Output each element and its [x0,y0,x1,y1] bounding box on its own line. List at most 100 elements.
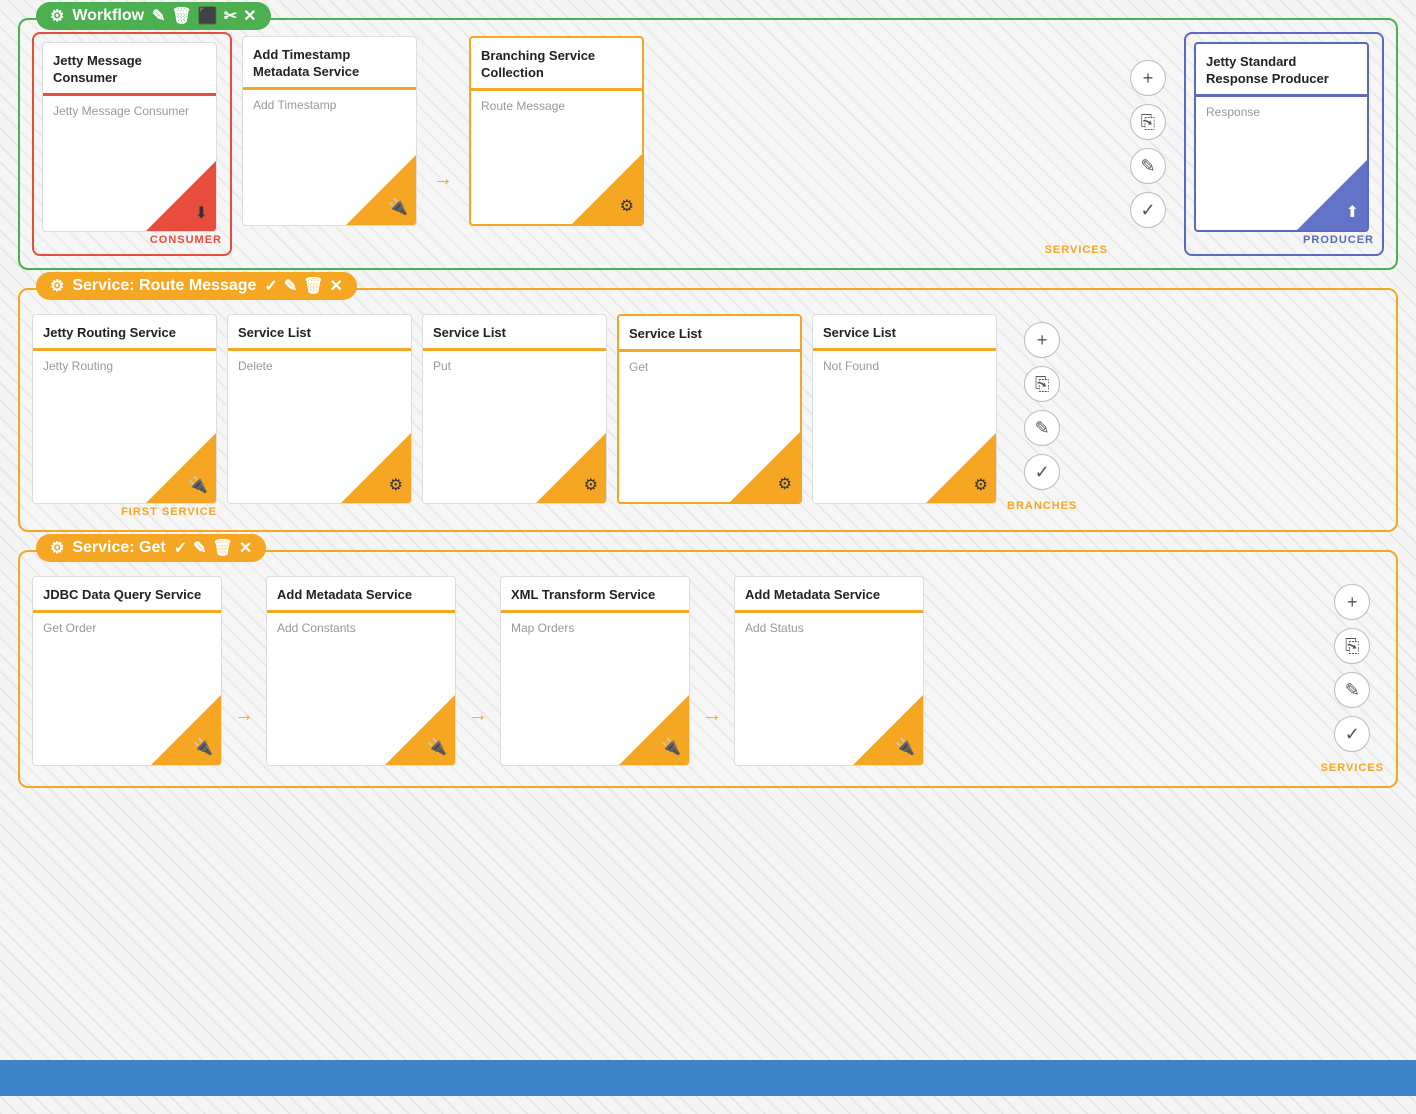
copy-button[interactable]: ⎘ [1130,104,1166,140]
route-close-icon[interactable]: ✕ [330,276,343,296]
workflow-inner: Jetty Message Consumer Jetty Message Con… [32,32,1384,256]
sl-put-title: Service List [423,315,606,348]
get-section: ⚙ Service: Get ✓ ✎ 🗑 ✕ JDBC Data Query S… [18,550,1398,788]
close-icon[interactable]: ✕ [243,6,256,26]
sl-delete-icon: ⚙ [389,475,403,495]
route-add-btn[interactable]: + [1024,322,1060,358]
get-cards-row: JDBC Data Query Service Get Order 🔌 → Ad… [32,576,1384,774]
producer-label: PRODUCER [1194,232,1374,246]
workflow-side-buttons: + ⎘ ✎ ✓ [1122,52,1174,236]
route-cards-row: Jetty Routing Service Jetty Routing 🔌 FI… [32,314,1384,518]
route-edit-btn[interactable]: ✎ [1024,410,1060,446]
workflow-edit-button[interactable]: ✎ [1130,148,1166,184]
services-label: SERVICES [242,242,1112,256]
producer-title: Jetty Standard Response Producer [1196,44,1367,94]
routing-title: Jetty Routing Service [33,315,216,348]
get-actions: ✓ ✎ 🗑 ✕ [174,538,253,558]
branching-service-card[interactable]: Branching Service Collection Route Messa… [469,36,644,226]
jdbc-card[interactable]: JDBC Data Query Service Get Order 🔌 [32,576,222,766]
consumer-corner-icon: ⬇ [195,203,208,223]
consumer-card-title: Jetty Message Consumer [43,43,216,93]
producer-card[interactable]: Jetty Standard Response Producer Respons… [1194,42,1369,232]
branching-icon: ⚙ [620,196,634,216]
workflow-icon: ⚙ [50,6,64,26]
add-timestamp-icon: 🔌 [388,197,408,217]
get-check-btn[interactable]: ✓ [1334,716,1370,752]
get-services-label: SERVICES [1321,760,1384,774]
delete-icon[interactable]: 🗑 [171,6,191,26]
get-add-btn[interactable]: + [1334,584,1370,620]
jdbc-icon: 🔌 [193,737,213,757]
add-meta2-icon: 🔌 [895,737,915,757]
route-check-btn[interactable]: ✓ [1024,454,1060,490]
branching-title: Branching Service Collection [471,38,642,88]
workflow-actions: ✎ 🗑 ⬛ ✂ ✕ [152,6,256,26]
route-message-section: ⚙ Service: Route Message ✓ ✎ 🗑 ✕ Jetty R… [18,288,1398,532]
workflow-header: ⚙ Workflow ✎ 🗑 ⬛ ✂ ✕ [36,2,271,30]
service-list-notfound-card[interactable]: Service List Not Found ⚙ [812,314,997,504]
cut-icon[interactable]: ✂ [224,6,237,26]
get-arrow1: → [228,704,260,727]
consumer-card[interactable]: Jetty Message Consumer Jetty Message Con… [42,42,217,232]
first-service-label: FIRST SERVICE [32,504,217,518]
expand-icon[interactable]: ⬛ [198,6,218,26]
get-title: Service: Get [72,539,165,557]
xml-icon: 🔌 [661,737,681,757]
edit-icon[interactable]: ✎ [152,6,165,26]
routing-service-card[interactable]: Jetty Routing Service Jetty Routing 🔌 [32,314,217,504]
sl-notfound-title: Service List [813,315,996,348]
services-cards: Add Timestamp Metadata Service Add Times… [242,32,1112,242]
sl-get-title: Service List [619,316,800,349]
get-copy-btn[interactable]: ⎘ [1334,628,1370,664]
route-header: ⚙ Service: Route Message ✓ ✎ 🗑 ✕ [36,272,357,300]
get-check-icon[interactable]: ✓ [174,538,187,558]
route-side-buttons: + ⎘ ✎ ✓ [1016,314,1068,498]
sl-put-icon: ⚙ [584,475,598,495]
route-copy-btn[interactable]: ⎘ [1024,366,1060,402]
add-meta2-title: Add Metadata Service [735,577,923,610]
add-timestamp-title: Add Timestamp Metadata Service [243,37,416,87]
routing-corner-icon: 🔌 [188,475,208,495]
bottom-bar [0,1060,1416,1096]
branches-label: BRANCHES [1007,498,1077,512]
xml-title: XML Transform Service [501,577,689,610]
jdbc-title: JDBC Data Query Service [33,577,221,610]
sl-notfound-icon: ⚙ [974,475,988,495]
get-icon: ⚙ [50,538,64,558]
route-delete-icon[interactable]: 🗑 [303,276,323,296]
get-side-area: + ⎘ ✎ ✓ SERVICES [1321,576,1384,774]
services-area: Add Timestamp Metadata Service Add Times… [242,32,1112,256]
workflow-title: Workflow [72,7,144,25]
sl-get-icon: ⚙ [778,474,792,494]
service-list-put-card[interactable]: Service List Put ⚙ [422,314,607,504]
producer-subsection: Jetty Standard Response Producer Respons… [1184,32,1384,256]
route-edit-icon[interactable]: ✎ [284,276,297,296]
get-header: ⚙ Service: Get ✓ ✎ 🗑 ✕ [36,534,266,562]
workflow-section: ⚙ Workflow ✎ 🗑 ⬛ ✂ ✕ Jetty Message Consu… [18,18,1398,270]
check-button[interactable]: ✓ [1130,192,1166,228]
get-arrow3: → [696,704,728,727]
get-delete-icon[interactable]: 🗑 [213,538,233,558]
get-side-buttons: + ⎘ ✎ ✓ [1326,576,1378,760]
route-icon: ⚙ [50,276,64,296]
route-side-area: + ⎘ ✎ ✓ BRANCHES [1007,314,1077,512]
add-button[interactable]: + [1130,60,1166,96]
add-timestamp-card[interactable]: Add Timestamp Metadata Service Add Times… [242,36,417,226]
get-close-icon[interactable]: ✕ [239,538,252,558]
routing-service-container: Jetty Routing Service Jetty Routing 🔌 FI… [32,314,217,518]
producer-icon: ⬆ [1346,202,1359,222]
get-edit-btn[interactable]: ✎ [1334,672,1370,708]
get-edit-icon[interactable]: ✎ [193,538,206,558]
add-metadata-2-card[interactable]: Add Metadata Service Add Status 🔌 [734,576,924,766]
services-arrow: → [427,168,459,191]
xml-transform-card[interactable]: XML Transform Service Map Orders 🔌 [500,576,690,766]
add-meta1-title: Add Metadata Service [267,577,455,610]
sl-delete-title: Service List [228,315,411,348]
add-metadata-1-card[interactable]: Add Metadata Service Add Constants 🔌 [266,576,456,766]
route-actions: ✓ ✎ 🗑 ✕ [264,276,343,296]
add-meta1-icon: 🔌 [427,737,447,757]
route-check-icon[interactable]: ✓ [264,276,277,296]
consumer-label: CONSUMER [42,232,222,246]
service-list-delete-card[interactable]: Service List Delete ⚙ [227,314,412,504]
service-list-get-card[interactable]: Service List Get ⚙ [617,314,802,504]
